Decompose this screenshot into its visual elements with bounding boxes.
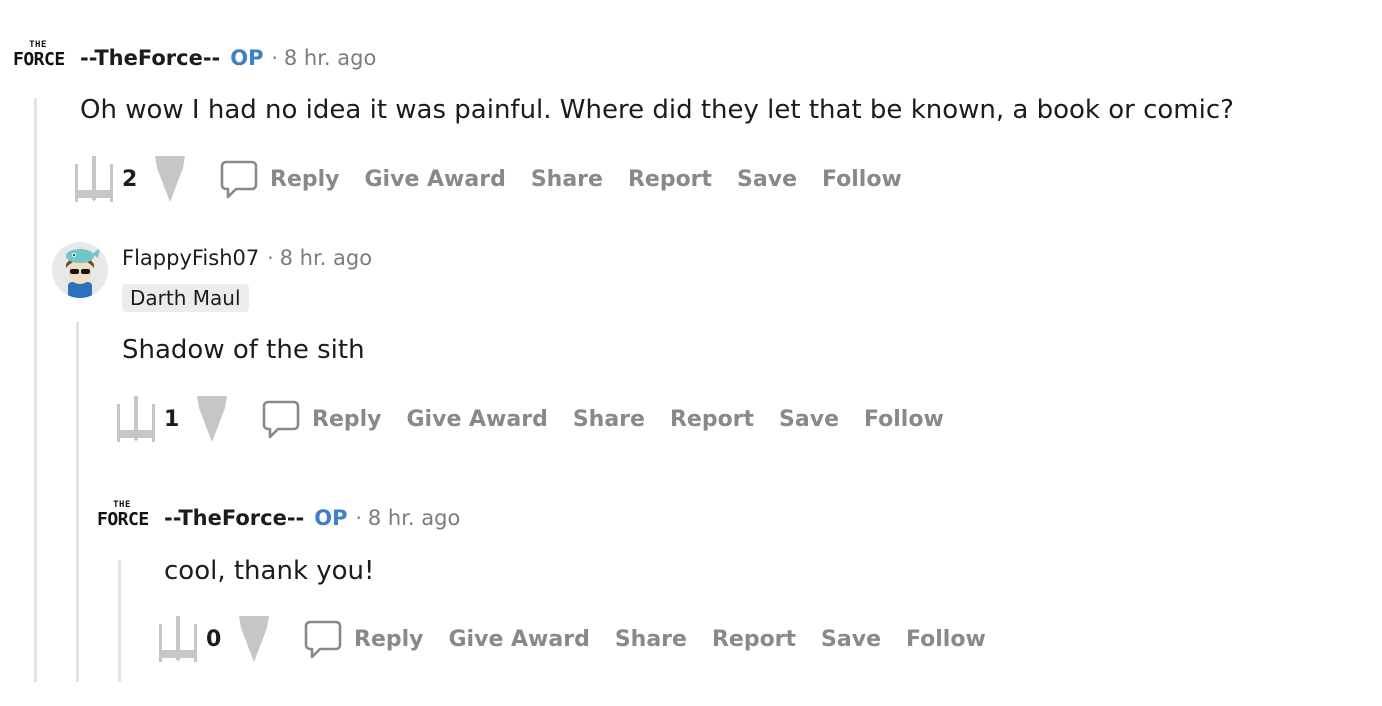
timestamp[interactable]: 8 hr. ago <box>284 46 376 70</box>
vote-score: 0 <box>206 626 222 652</box>
logo-force-text: FORCE <box>97 509 149 530</box>
give-award-button[interactable]: Give Award <box>449 627 590 652</box>
comment-body: Oh wow I had no idea it was painful. Whe… <box>80 95 1234 125</box>
save-button[interactable]: Save <box>779 407 839 432</box>
give-award-button[interactable]: Give Award <box>365 167 506 192</box>
reply-button[interactable]: Reply <box>304 619 449 659</box>
upvote-button[interactable] <box>156 611 200 667</box>
avatar[interactable] <box>52 242 108 298</box>
speech-bubble-icon <box>304 620 342 659</box>
follow-button[interactable]: Follow <box>822 167 902 192</box>
the-force-avatar-logo[interactable]: THE FORCE <box>97 500 149 532</box>
separator-dot: · <box>355 506 362 530</box>
share-button[interactable]: Share <box>531 167 603 192</box>
reply-label: Reply <box>270 166 340 192</box>
report-button[interactable]: Report <box>670 407 754 432</box>
reply-label: Reply <box>354 626 424 652</box>
share-button[interactable]: Share <box>615 627 687 652</box>
separator-dot: · <box>267 246 274 270</box>
comment-body: cool, thank you! <box>164 556 375 586</box>
give-award-button[interactable]: Give Award <box>407 407 548 432</box>
report-button[interactable]: Report <box>712 627 796 652</box>
comment-actions: 1 Reply Give Award Share Report Save Fol… <box>114 391 969 447</box>
speech-bubble-icon <box>220 160 258 199</box>
vote-score: 2 <box>122 166 138 192</box>
downvote-button[interactable] <box>232 611 276 667</box>
save-button[interactable]: Save <box>737 167 797 192</box>
star-destroyer-downvote-icon <box>239 616 269 662</box>
reply-label: Reply <box>312 406 382 432</box>
comment-header: --TheForce-- OP · 8 hr. ago <box>80 42 376 74</box>
star-destroyer-downvote-icon <box>197 396 227 442</box>
username[interactable]: FlappyFish07 <box>122 246 259 270</box>
x-wing-upvote-icon <box>75 156 113 202</box>
follow-button[interactable]: Follow <box>864 407 944 432</box>
save-button[interactable]: Save <box>821 627 881 652</box>
timestamp[interactable]: 8 hr. ago <box>280 246 372 270</box>
comment-header: --TheForce-- OP · 8 hr. ago <box>164 502 460 534</box>
x-wing-upvote-icon <box>117 396 155 442</box>
timestamp[interactable]: 8 hr. ago <box>368 506 460 530</box>
op-badge: OP <box>314 506 348 530</box>
report-button[interactable]: Report <box>628 167 712 192</box>
thread-line-1[interactable] <box>34 98 37 682</box>
comment-body: Shadow of the sith <box>122 335 365 365</box>
op-badge: OP <box>230 46 264 70</box>
the-force-avatar-logo[interactable]: THE FORCE <box>13 40 65 72</box>
star-destroyer-downvote-icon <box>155 156 185 202</box>
x-wing-upvote-icon <box>159 616 197 662</box>
comment-header: FlappyFish07 · 8 hr. ago <box>122 242 372 274</box>
vote-score: 1 <box>164 406 180 432</box>
thread-line-3[interactable] <box>118 560 121 682</box>
share-button[interactable]: Share <box>573 407 645 432</box>
logo-force-text: FORCE <box>13 49 65 70</box>
user-flair: Darth Maul <box>122 284 249 312</box>
separator-dot: · <box>271 46 278 70</box>
username[interactable]: --TheForce-- <box>80 46 220 70</box>
downvote-button[interactable] <box>148 151 192 207</box>
reply-button[interactable]: Reply <box>262 399 407 439</box>
comment-actions: 0 Reply Give Award Share Report Save Fol… <box>156 611 1011 667</box>
downvote-button[interactable] <box>190 391 234 447</box>
thread-line-2[interactable] <box>76 322 79 682</box>
comment-actions: 2 Reply Give Award Share Report Save Fol… <box>72 151 927 207</box>
follow-button[interactable]: Follow <box>906 627 986 652</box>
username[interactable]: --TheForce-- <box>164 506 304 530</box>
reply-button[interactable]: Reply <box>220 159 365 199</box>
speech-bubble-icon <box>262 400 300 439</box>
upvote-button[interactable] <box>72 151 116 207</box>
flappy-fish-avatar-image <box>52 242 108 298</box>
upvote-button[interactable] <box>114 391 158 447</box>
